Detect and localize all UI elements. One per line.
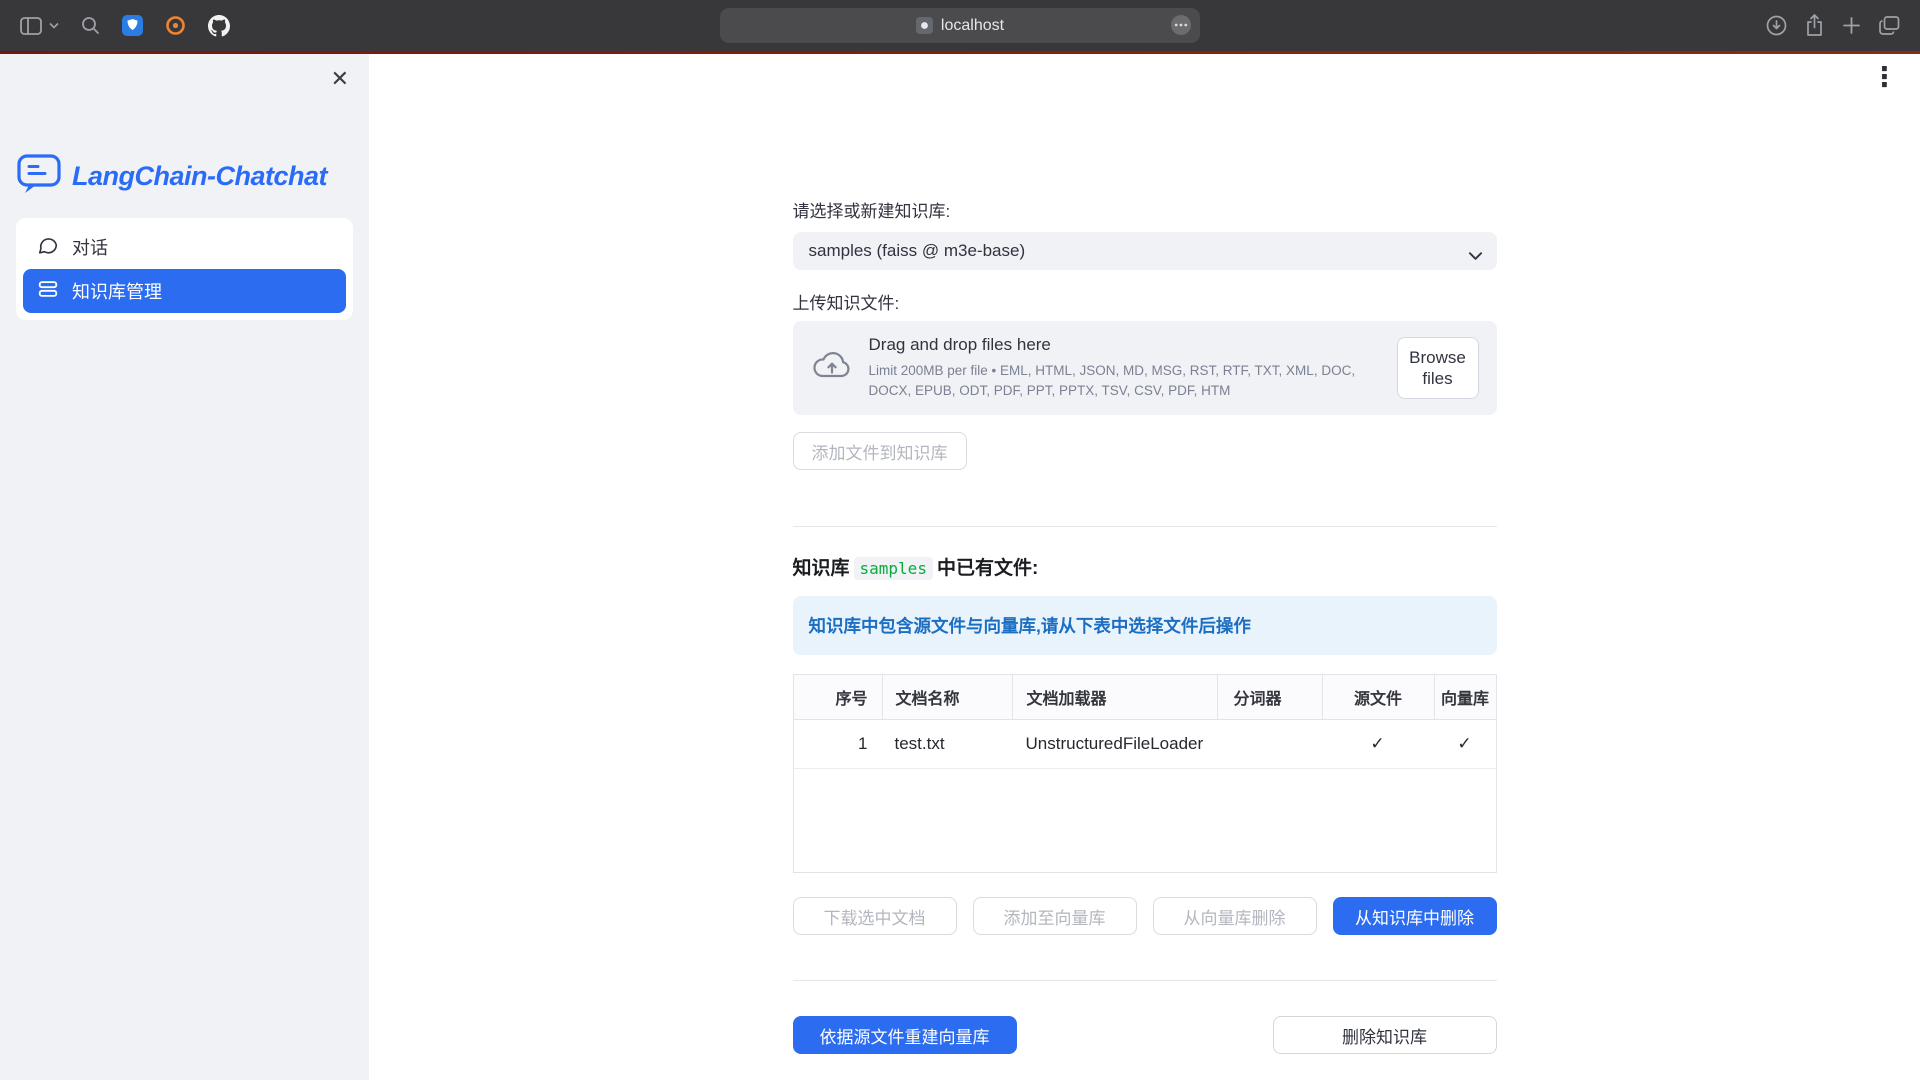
page-options-icon[interactable]	[1170, 14, 1192, 36]
new-tab-icon[interactable]	[1842, 16, 1861, 35]
heading-prefix: 知识库	[793, 558, 850, 579]
kb-select[interactable]: samples (faiss @ m3e-base)	[793, 232, 1497, 270]
close-sidebar-icon[interactable]: ✕	[331, 68, 349, 90]
upload-label: 上传知识文件:	[793, 291, 1497, 316]
sidebar-toggle-icon[interactable]	[20, 17, 42, 35]
table-header-doc-loader[interactable]: 文档加载器	[1012, 675, 1217, 719]
kb-select-label: 请选择或新建知识库:	[793, 199, 1497, 224]
browse-files-button[interactable]: Browse files	[1397, 337, 1479, 399]
sidebar-item-label: 知识库管理	[72, 278, 162, 304]
extension-record-icon[interactable]	[165, 15, 186, 36]
chevron-down-icon	[1468, 246, 1483, 266]
table-header-doc-name[interactable]: 文档名称	[882, 675, 1012, 719]
dropzone-limit: Limit 200MB per file • EML, HTML, JSON, …	[869, 361, 1381, 400]
divider	[793, 526, 1497, 527]
dropzone-texts: Drag and drop files here Limit 200MB per…	[869, 335, 1381, 400]
kb-bottom-buttons: 依据源文件重建向量库 删除知识库	[793, 1016, 1497, 1054]
cell-source-check[interactable]: ✓	[1322, 720, 1434, 768]
info-alert: 知识库中包含源文件与向量库,请从下表中选择文件后操作	[793, 596, 1497, 655]
chevron-down-icon[interactable]	[49, 22, 59, 29]
address-bar[interactable]: localhost	[720, 8, 1200, 43]
file-dropzone[interactable]: Drag and drop files here Limit 200MB per…	[793, 321, 1497, 415]
github-icon[interactable]	[208, 15, 230, 37]
cloud-upload-icon	[811, 350, 853, 387]
table-header-source[interactable]: 源文件	[1322, 675, 1434, 719]
sidebar: ✕ LangChain-Chatchat 对话	[0, 54, 369, 1080]
chat-bubble-icon	[37, 234, 59, 261]
dropzone-title: Drag and drop files here	[869, 335, 1381, 355]
files-table: 序号 文档名称 文档加载器 分词器 源文件 向量库 1 test.txt Uns…	[793, 674, 1497, 873]
divider	[793, 980, 1497, 981]
downloads-icon[interactable]	[1766, 15, 1787, 36]
logo-text: LangChain-Chatchat	[72, 161, 327, 192]
delete-from-vector-button[interactable]: 从向量库删除	[1153, 897, 1317, 935]
knowledge-base-icon	[37, 278, 59, 305]
sidebar-nav: 对话 知识库管理	[16, 218, 353, 320]
toolbar-left	[0, 15, 230, 37]
tab-overview-icon[interactable]	[1879, 16, 1900, 35]
add-files-to-kb-button[interactable]: 添加文件到知识库	[793, 432, 967, 470]
sidebar-item-dialogue[interactable]: 对话	[23, 225, 346, 269]
table-row[interactable]: 1 test.txt UnstructuredFileLoader ✓ ✓	[794, 720, 1496, 769]
app-menu-kebab-icon[interactable]: ⋮	[1871, 64, 1898, 91]
sidebar-item-label: 对话	[72, 234, 108, 260]
file-action-buttons: 下载选中文档 添加至向量库 从向量库删除 从知识库中删除	[793, 897, 1497, 935]
table-header-splitter[interactable]: 分词器	[1217, 675, 1322, 719]
sidebar-item-kb-management[interactable]: 知识库管理	[23, 269, 346, 313]
app-logo: LangChain-Chatchat	[16, 152, 353, 201]
cell-index[interactable]: 1	[794, 720, 882, 768]
table-header-index[interactable]: 序号	[794, 675, 882, 719]
kb-files-heading: 知识库samples中已有文件:	[793, 553, 1497, 580]
delete-kb-button[interactable]: 删除知识库	[1273, 1016, 1497, 1054]
kb-management-page: 请选择或新建知识库: samples (faiss @ m3e-base) 上传…	[793, 54, 1497, 1054]
table-header-vector[interactable]: 向量库	[1434, 675, 1496, 719]
rebuild-vector-store-button[interactable]: 依据源文件重建向量库	[793, 1016, 1017, 1054]
extension-blue-icon[interactable]	[122, 15, 143, 36]
toolbar-right	[1766, 0, 1920, 51]
search-icon[interactable]	[81, 16, 100, 35]
browser-toolbar: localhost	[0, 0, 1920, 51]
site-favicon	[916, 17, 933, 34]
cell-vector-check[interactable]: ✓	[1434, 720, 1496, 768]
delete-from-kb-button[interactable]: 从知识库中删除	[1333, 897, 1497, 935]
cell-doc-loader[interactable]: UnstructuredFileLoader	[1012, 720, 1217, 768]
main-area: ⋮ 请选择或新建知识库: samples (faiss @ m3e-base) …	[369, 54, 1920, 1080]
cell-doc-name[interactable]: test.txt	[882, 720, 1012, 768]
address-text: localhost	[941, 17, 1004, 35]
kb-select-value: samples (faiss @ m3e-base)	[809, 241, 1026, 261]
table-header-row: 序号 文档名称 文档加载器 分词器 源文件 向量库	[794, 675, 1496, 720]
heading-suffix: 中已有文件:	[937, 558, 1038, 579]
kb-name-code: samples	[854, 557, 933, 580]
logo-chat-bubble-icon	[16, 152, 62, 201]
share-icon[interactable]	[1805, 14, 1824, 37]
download-selected-button[interactable]: 下载选中文档	[793, 897, 957, 935]
add-to-vector-store-button[interactable]: 添加至向量库	[973, 897, 1137, 935]
cell-splitter[interactable]	[1217, 720, 1322, 768]
